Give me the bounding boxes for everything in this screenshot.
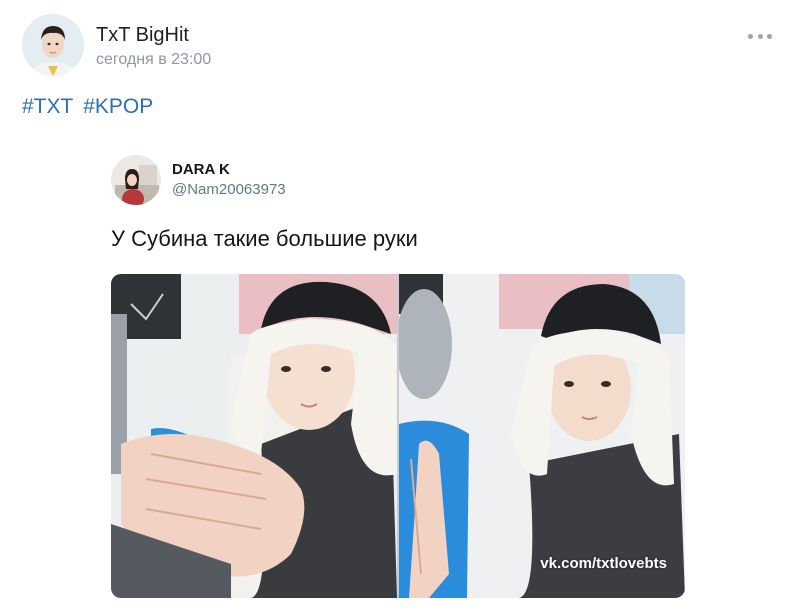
- more-horizontal-icon: [748, 33, 753, 39]
- post-hashtags: #TXT #KPOP: [22, 95, 157, 119]
- tweet-author-name: DARA K: [172, 161, 230, 178]
- more-options-button[interactable]: [748, 28, 772, 44]
- watermark-text: vk.com/txtlovebts: [540, 555, 667, 572]
- tweet-avatar: [111, 155, 161, 205]
- post-timestamp[interactable]: сегодня в 23:00: [96, 51, 211, 69]
- tweet-screenshot: DARA K @Nam20063973 У Субина такие больш…: [0, 140, 800, 608]
- photo-left[interactable]: [111, 274, 397, 598]
- tweet-author-handle: @Nam20063973: [172, 181, 286, 198]
- photo-right[interactable]: vk.com/txtlovebts: [399, 274, 685, 598]
- author-avatar[interactable]: [22, 14, 84, 76]
- hashtag-link[interactable]: #KPOP: [83, 95, 153, 118]
- tweet-media[interactable]: vk.com/txtlovebts: [111, 274, 685, 598]
- tweet-text: У Субина такие большие руки: [111, 226, 418, 251]
- hashtag-link[interactable]: #TXT: [22, 95, 73, 118]
- author-name[interactable]: TxT BigHit: [96, 24, 189, 47]
- vk-post: TxT BigHit сегодня в 23:00 #TXT #KPOP DA…: [0, 0, 800, 608]
